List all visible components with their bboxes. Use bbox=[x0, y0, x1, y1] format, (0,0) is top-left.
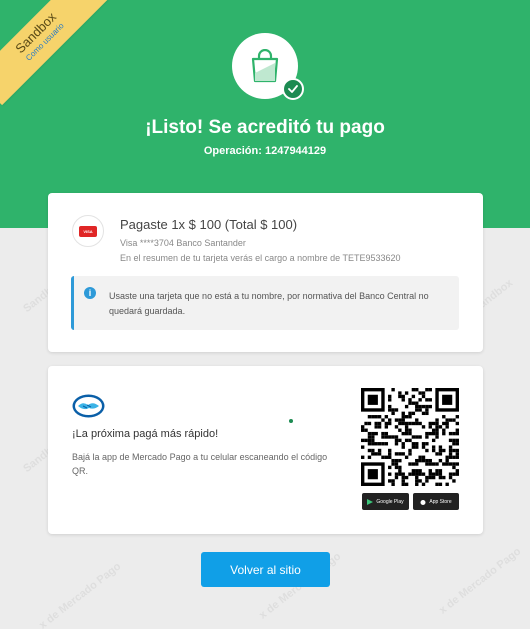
app-store-label: App Store bbox=[429, 498, 452, 505]
sandbox-watermark: x de Mercado Pago bbox=[436, 545, 524, 617]
google-play-label: Google Play bbox=[376, 498, 404, 505]
visa-icon: VISA bbox=[79, 225, 97, 237]
operation-number: Operación: 1247944129 bbox=[203, 145, 327, 157]
promo-title: ¡La próxima pagá más rápido! bbox=[72, 428, 219, 440]
payment-statement-note: En el resumen de tu tarjeta verás el car… bbox=[120, 253, 401, 263]
google-play-button[interactable]: Google Play bbox=[362, 493, 409, 510]
payment-title: Pagaste 1x $ 100 (Total $ 100) bbox=[120, 217, 298, 232]
notice-text: Usaste una tarjeta que no está a tu nomb… bbox=[109, 291, 429, 316]
google-play-icon bbox=[367, 498, 374, 505]
card-brand-icon: VISA bbox=[72, 215, 104, 247]
mercado-pago-logo bbox=[72, 394, 105, 418]
decorative-dot bbox=[289, 419, 293, 423]
back-to-site-button[interactable]: Volver al sitio bbox=[201, 552, 330, 587]
promo-text: Bajá la app de Mercado Pago a tu celular… bbox=[72, 452, 328, 476]
apple-icon bbox=[420, 499, 426, 505]
sandbox-watermark: x de Mercado Pago bbox=[36, 560, 124, 629]
qr-code bbox=[361, 388, 459, 486]
app-store-button[interactable]: App Store bbox=[413, 493, 459, 510]
page-title: ¡Listo! Se acreditó tu pago bbox=[145, 117, 385, 138]
info-icon: i bbox=[84, 287, 96, 299]
card-notice: i Usaste una tarjeta que no está a tu no… bbox=[71, 276, 459, 330]
app-promo-card: ¡La próxima pagá más rápido! Bajá la app… bbox=[48, 366, 483, 534]
check-icon bbox=[282, 78, 304, 100]
payment-summary-card: VISA Pagaste 1x $ 100 (Total $ 100) Visa… bbox=[48, 193, 483, 352]
payment-card-detail: Visa ****3704 Banco Santander bbox=[120, 238, 246, 248]
